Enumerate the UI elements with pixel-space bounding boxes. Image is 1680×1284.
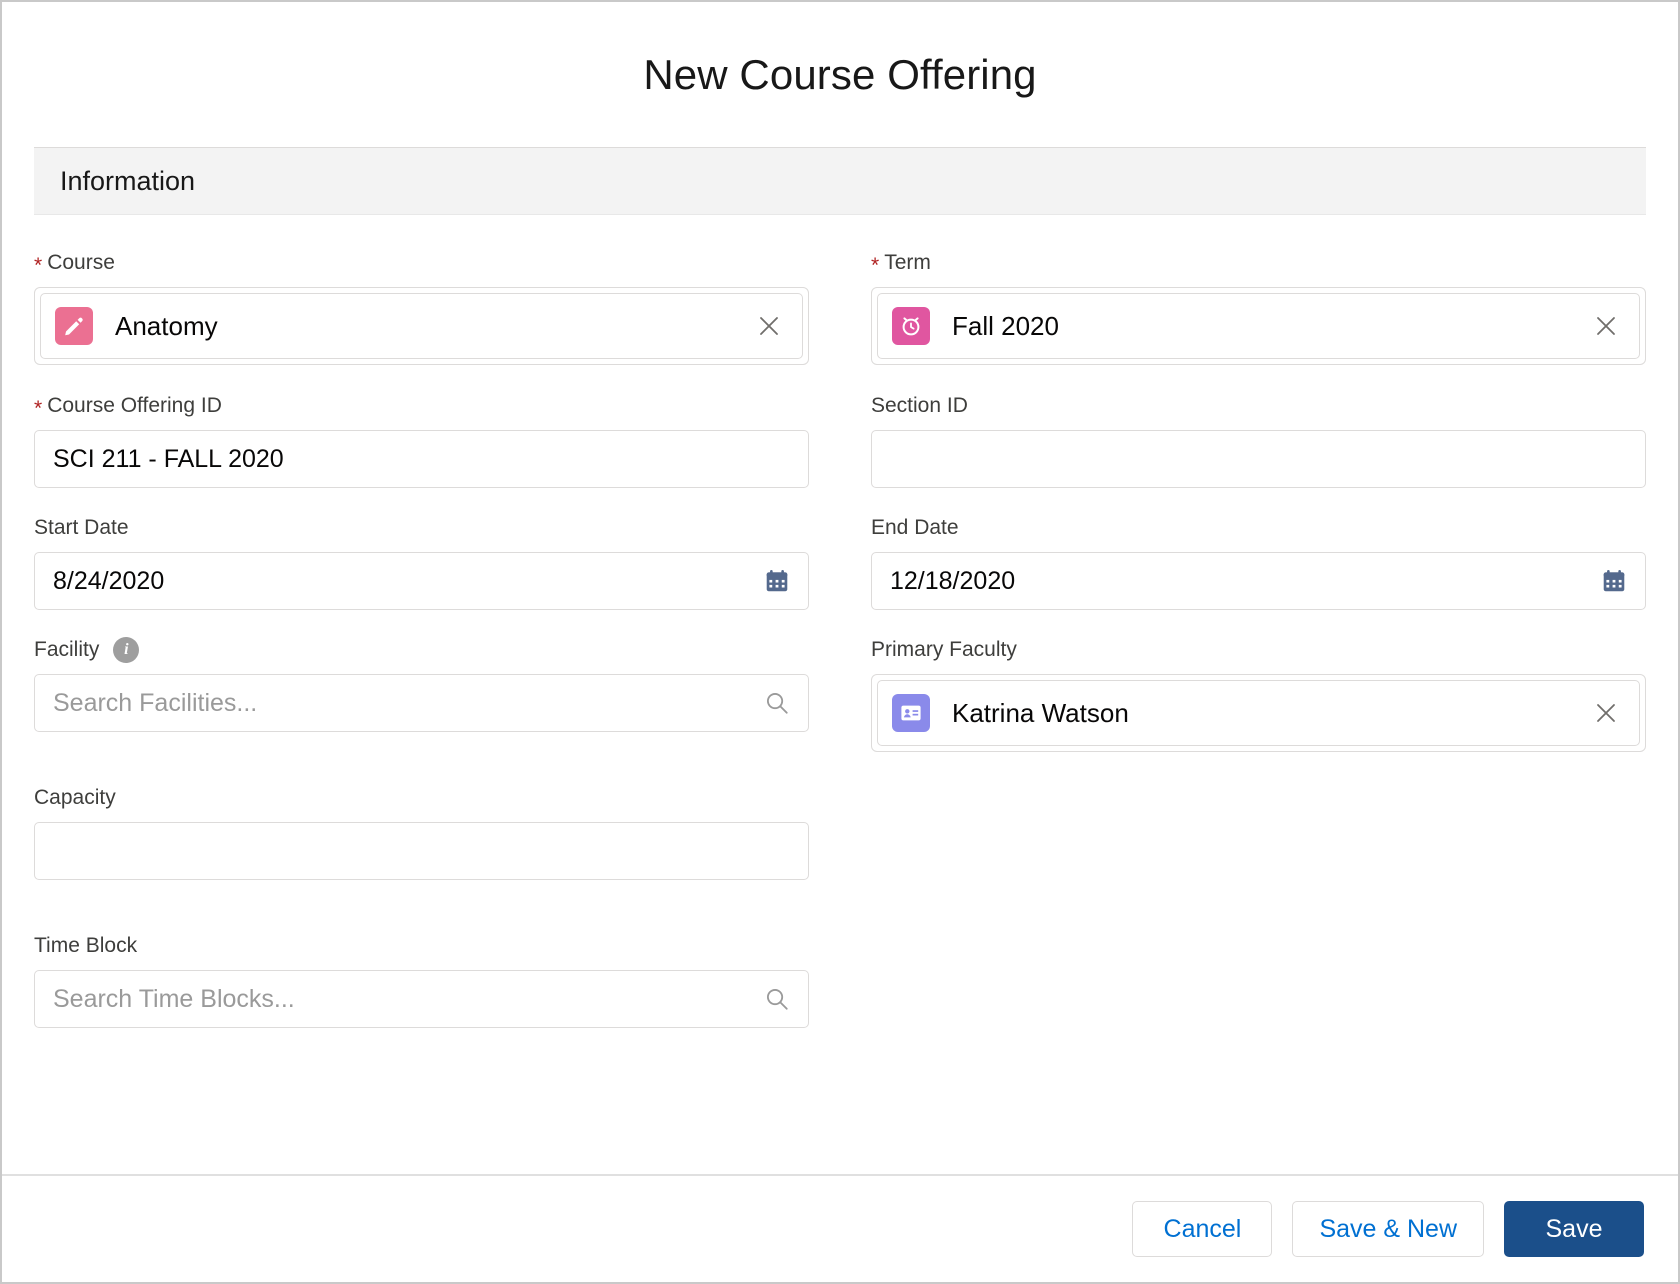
field-label-primary-faculty: Primary Faculty <box>871 636 1646 664</box>
field-capacity: Capacity <box>34 784 809 880</box>
modal-footer: Cancel Save & New Save <box>2 1174 1678 1282</box>
section-id-input[interactable] <box>871 430 1646 488</box>
form-grid: * Course Anatomy <box>34 249 1646 1054</box>
label-text-end-date: End Date <box>871 514 959 542</box>
field-course: * Course Anatomy <box>34 249 809 365</box>
field-label-time-block: Time Block <box>34 932 809 960</box>
field-time-block: Time Block Search Time Blocks... <box>34 932 809 1028</box>
lookup-value-term: Fall 2020 <box>952 311 1589 342</box>
label-text-time-block: Time Block <box>34 932 137 960</box>
label-text-course-offering-id: Course Offering ID <box>47 392 222 420</box>
course-offering-id-value: SCI 211 - FALL 2020 <box>53 445 790 474</box>
field-label-start-date: Start Date <box>34 514 809 542</box>
close-icon[interactable] <box>1589 309 1623 343</box>
field-end-date: End Date 12/18/2020 <box>871 514 1646 610</box>
cancel-button[interactable]: Cancel <box>1132 1201 1272 1257</box>
start-date-input[interactable]: 8/24/2020 <box>34 552 809 610</box>
lookup-value-primary-faculty: Katrina Watson <box>952 698 1589 729</box>
field-course-offering-id: * Course Offering ID SCI 211 - FALL 2020 <box>34 392 809 488</box>
required-marker-course: * <box>34 255 42 276</box>
search-icon[interactable] <box>760 690 794 716</box>
field-label-facility: Facility i <box>34 636 809 664</box>
field-label-capacity: Capacity <box>34 784 809 812</box>
close-icon[interactable] <box>1589 696 1623 730</box>
label-text-facility: Facility <box>34 636 99 664</box>
field-label-term: * Term <box>871 249 1646 277</box>
calendar-icon[interactable] <box>1597 568 1631 594</box>
field-section-id: Section ID <box>871 392 1646 488</box>
facility-placeholder: Search Facilities... <box>53 689 760 718</box>
lookup-primary-faculty[interactable]: Katrina Watson <box>871 674 1646 752</box>
modal-header: New Course Offering <box>2 2 1678 147</box>
label-text-primary-faculty: Primary Faculty <box>871 636 1017 664</box>
alarm-clock-icon <box>892 307 930 345</box>
form-column-left: * Course Anatomy <box>34 249 809 1054</box>
field-primary-faculty: Primary Faculty <box>871 636 1646 752</box>
label-text-section-id: Section ID <box>871 392 968 420</box>
lookup-pill-primary-faculty[interactable]: Katrina Watson <box>877 680 1640 746</box>
required-marker-course-offering-id: * <box>34 398 42 419</box>
course-offering-id-input[interactable]: SCI 211 - FALL 2020 <box>34 430 809 488</box>
info-icon[interactable]: i <box>113 637 139 663</box>
field-label-end-date: End Date <box>871 514 1646 542</box>
required-marker-term: * <box>871 255 879 276</box>
time-block-placeholder: Search Time Blocks... <box>53 985 760 1014</box>
field-label-course: * Course <box>34 249 809 277</box>
lookup-pill-course[interactable]: Anatomy <box>40 293 803 359</box>
facility-search-input[interactable]: Search Facilities... <box>34 674 809 732</box>
label-text-capacity: Capacity <box>34 784 116 812</box>
label-text-term: Term <box>884 249 931 277</box>
field-term: * Term <box>871 249 1646 365</box>
contact-card-icon <box>892 694 930 732</box>
label-text-start-date: Start Date <box>34 514 129 542</box>
field-facility: Facility i Search Facilities... <box>34 636 809 732</box>
field-label-section-id: Section ID <box>871 392 1646 420</box>
start-date-value: 8/24/2020 <box>53 567 760 596</box>
search-icon[interactable] <box>760 986 794 1012</box>
save-button[interactable]: Save <box>1504 1201 1644 1257</box>
lookup-term[interactable]: Fall 2020 <box>871 287 1646 365</box>
section-header-information: Information <box>34 147 1646 215</box>
new-course-offering-modal: New Course Offering Information * Course <box>0 0 1680 1284</box>
lookup-course[interactable]: Anatomy <box>34 287 809 365</box>
pencil-record-icon <box>55 307 93 345</box>
form-column-right: * Term <box>871 249 1646 1054</box>
lookup-value-course: Anatomy <box>115 311 752 342</box>
page-title: New Course Offering <box>643 51 1036 99</box>
field-label-course-offering-id: * Course Offering ID <box>34 392 809 420</box>
close-icon[interactable] <box>752 309 786 343</box>
label-text-course: Course <box>47 249 115 277</box>
field-start-date: Start Date 8/24/2020 <box>34 514 809 610</box>
section-title: Information <box>60 166 195 197</box>
end-date-input[interactable]: 12/18/2020 <box>871 552 1646 610</box>
end-date-value: 12/18/2020 <box>890 567 1597 596</box>
calendar-icon[interactable] <box>760 568 794 594</box>
lookup-pill-term[interactable]: Fall 2020 <box>877 293 1640 359</box>
save-and-new-button[interactable]: Save & New <box>1292 1201 1484 1257</box>
form-body: * Course Anatomy <box>2 215 1678 1054</box>
time-block-search-input[interactable]: Search Time Blocks... <box>34 970 809 1028</box>
capacity-input[interactable] <box>34 822 809 880</box>
